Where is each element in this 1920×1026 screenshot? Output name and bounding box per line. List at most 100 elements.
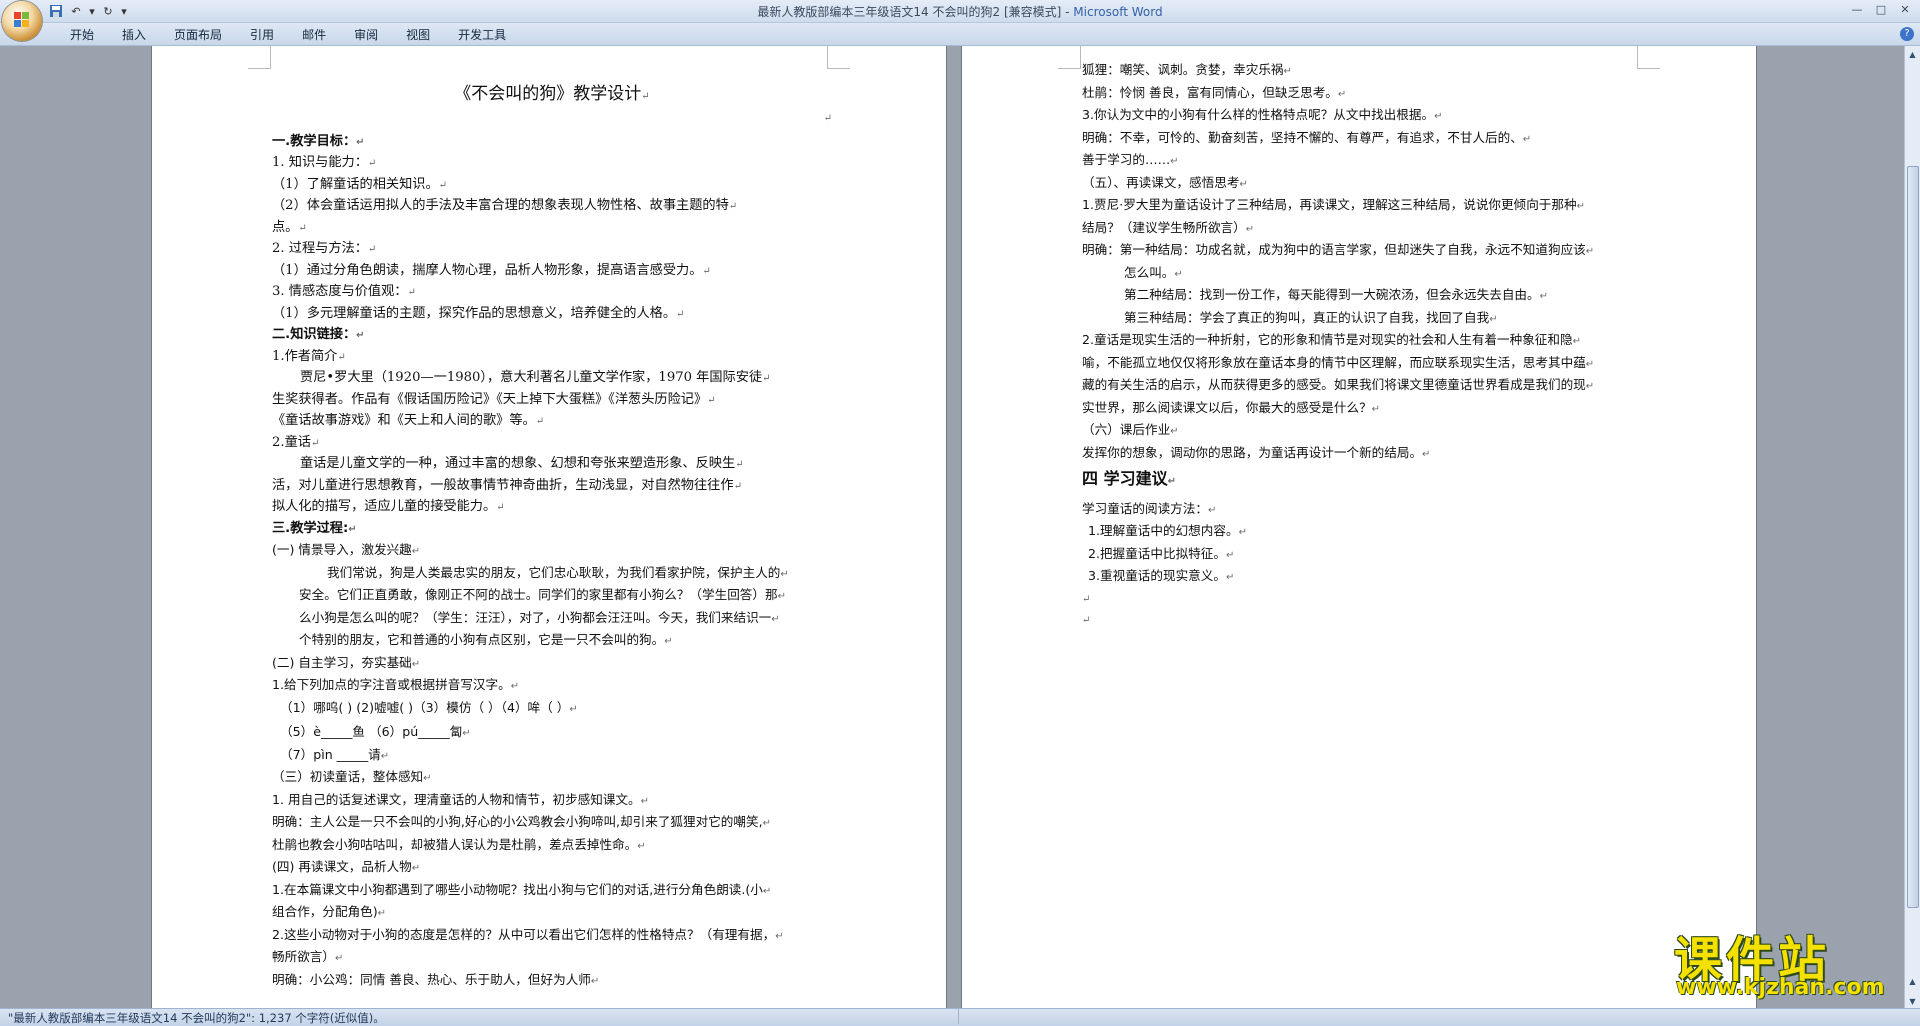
paragraph-mark: ↵	[823, 112, 832, 124]
paragraph-mark: ↵	[728, 201, 738, 212]
text-line: 生奖获得者。作品有《假话国历险记》《天上掉下大蛋糕》《洋葱头历险记》↵	[272, 391, 716, 407]
list-item: 3.重视童话的现实意义。↵	[1088, 568, 1235, 583]
paragraph-mark: ↵	[1585, 381, 1595, 392]
paragraph-mark: ↵	[510, 681, 520, 692]
text-line: 结局？（建议学生畅所欲言）↵	[1082, 219, 1255, 235]
maximize-icon[interactable]: □	[1872, 2, 1890, 17]
text-line: （1）了解童话的相关知识。↵	[272, 176, 448, 192]
text-line: (二) 自主学习，夯实基础↵	[272, 654, 421, 670]
office-logo-icon	[14, 12, 30, 28]
paragraph-mark: ↵	[1283, 66, 1292, 77]
previous-page-icon[interactable]: ▲	[1906, 975, 1919, 988]
text-line: 1.给下列加点的字注音或根据拼音写汉字。↵	[272, 677, 520, 692]
document-page-right[interactable]: 狐狸：嘲笑、讽刺。贪婪，幸灾乐祸↵ 杜鹃：怜悯 善良，富有同情心，但缺乏思考。↵…	[962, 46, 1756, 1010]
close-icon[interactable]: ✕	[1896, 2, 1914, 17]
tab-home[interactable]: 开始	[56, 27, 108, 43]
tab-page-layout[interactable]: 页面布局	[160, 27, 236, 43]
paragraph-mark: ↵	[1167, 476, 1176, 487]
paragraph-mark: ↵	[1422, 448, 1431, 460]
paragraph-mark: ↵	[569, 703, 578, 715]
paragraph-mark: ↵	[1207, 504, 1217, 516]
text-line: 明确：不幸，可怜的、勤奋刻苦，坚持不懈的、有尊严，有追求，不甘人后的、↵	[1082, 129, 1532, 145]
paragraph-mark: ↵	[1239, 178, 1248, 190]
section-heading: 四 学习建议↵	[1082, 469, 1176, 488]
paragraph-mark: ↵	[775, 930, 784, 942]
paragraph-mark: ↵	[411, 658, 421, 670]
paragraph-mark: ↵	[535, 416, 545, 427]
tab-mailings[interactable]: 邮件	[288, 27, 340, 43]
text-line: （五）、再读课文，感悟思考↵	[1082, 174, 1248, 190]
text-line: （三）初读童话，整体感知↵	[272, 769, 432, 784]
text-line: (一) 情景导入，激发兴趣↵	[272, 542, 421, 557]
help-icon[interactable]: ?	[1900, 27, 1914, 41]
text-line: 2.这些小动物对于小狗的态度是怎样的？从中可以看出它们怎样的性格特点？（有理有据…	[272, 926, 784, 942]
paragraph-mark: ↵	[637, 840, 646, 852]
paragraph-mark: ↵	[367, 244, 377, 255]
text-line: （2）体会童话运用拟人的手法及丰富合理的想象表现人物性格、故事主题的特↵	[272, 198, 738, 213]
paragraph-mark: ↵	[1585, 358, 1595, 370]
window-controls: — □ ✕	[1848, 2, 1914, 17]
vertical-scrollbar[interactable]: ▲ ▲ ▼	[1904, 46, 1920, 1010]
text-line: 点。↵	[272, 219, 307, 235]
text-line: 善于学习的……↵	[1082, 152, 1179, 167]
next-page-icon[interactable]: ▼	[1906, 995, 1919, 1008]
text-line: 我们常说，狗是人类最忠实的朋友，它们忠心耿耿，为我们看家护院，保护主人的↵	[327, 564, 789, 580]
status-text: "最新人教版部编本三年级语文14 不会叫的狗2": 1,237 个字符(近似值)…	[8, 1011, 385, 1025]
tab-insert[interactable]: 插入	[108, 27, 160, 43]
page-title: 《不会叫的狗》教学设计↵	[454, 84, 650, 104]
paragraph-mark: ↵	[462, 728, 471, 739]
window-title: 最新人教版部编本三年级语文14 不会叫的狗2 [兼容模式] - Microsof…	[0, 3, 1920, 20]
paragraph-mark: ↵	[735, 459, 744, 470]
scroll-up-icon[interactable]: ▲	[1906, 48, 1919, 61]
text-line: 第二种结局：找到一份工作，每天能得到一大碗浓汤，但会永远失去自由。↵	[1124, 287, 1548, 302]
paragraph-mark: ↵	[780, 568, 789, 580]
section-heading: 二.知识链接：↵	[272, 327, 365, 342]
paragraph-mark: ↵	[1539, 291, 1548, 302]
text-line: （5）è_____鱼 （6）pú_____匐↵	[280, 724, 471, 739]
text-line: (四) 再读课文，品析人物↵	[272, 859, 421, 874]
minimize-icon[interactable]: —	[1848, 2, 1866, 17]
text-line: 藏的有关生活的启示，从而获得更多的感受。如果我们将课文里德童话世界看成是我们的现…	[1082, 377, 1595, 392]
paragraph-mark: ↵	[1245, 223, 1255, 235]
paragraph-mark: ↵	[496, 502, 505, 513]
paragraph-mark: ↵	[367, 158, 377, 169]
office-button[interactable]	[2, 1, 42, 41]
paragraph-mark: ↵	[1572, 336, 1581, 347]
tab-view[interactable]: 视图	[392, 27, 444, 43]
text-line: （1）通过分角色朗读，揣摩人物心理，品析人物形象，提高语言感受力。↵	[272, 262, 711, 278]
document-title: 最新人教版部编本三年级语文14 不会叫的狗2 [兼容模式]	[757, 5, 1062, 19]
paragraph-mark: ↵	[1585, 246, 1595, 257]
text-line: 怎么叫。↵	[1124, 264, 1183, 280]
paragraph-mark: ↵	[411, 863, 421, 874]
text-line: 杜鹃：怜悯 善良，富有同情心，但缺乏思考。↵	[1082, 84, 1347, 100]
text-line: 发挥你的想象，调动你的思路，为童话再设计一个新的结局。↵	[1082, 444, 1431, 460]
tab-references[interactable]: 引用	[236, 27, 288, 43]
text-line: 活，对儿童进行思想教育，一般故事情节神奇曲折，生动浅显，对自然物往往作↵	[272, 477, 742, 493]
paragraph-mark: ↵	[438, 179, 448, 191]
text-line: 狐狸：嘲笑、讽刺。贪婪，幸灾乐祸↵	[1082, 62, 1292, 77]
document-workspace: 《不会叫的狗》教学设计↵ ↵ 一.教学目标：↵ 1. 知识与能力：↵ （1）了解…	[0, 46, 1905, 1010]
paragraph-mark: ↵	[1371, 403, 1381, 415]
tab-developer[interactable]: 开发工具	[444, 27, 520, 43]
text-line: 1.贾尼·罗大里为童话设计了三种结局，再读课文，理解这三种结局，说说你更倾向于那…	[1082, 197, 1585, 212]
scrollbar-thumb[interactable]	[1907, 166, 1919, 908]
text-line: 1. 知识与能力：↵	[272, 155, 377, 170]
text-line: 3.你认为文中的小狗有什么样的性格特点呢？从文中找出根据。↵	[1082, 107, 1443, 122]
list-item: 1.理解童话中的幻想内容。↵	[1088, 523, 1247, 538]
paragraph-mark: ↵	[762, 818, 771, 829]
text-line: 童话是儿童文学的一种，通过丰富的想象、幻想和夸张来塑造形象、反映生↵	[300, 456, 744, 471]
text-line: 2.童话↵	[272, 434, 320, 450]
app-name: Microsoft Word	[1073, 5, 1163, 19]
paragraph-mark: ↵	[707, 394, 716, 406]
text-line: 1.在本篇课文中小狗都遇到了哪些小动物呢？找出小狗与它们的对话,进行分角色朗读.…	[272, 881, 772, 897]
list-item: 2.把握童话中比拟特征。↵	[1088, 545, 1235, 561]
section-heading: 一.教学目标：↵	[272, 133, 365, 149]
paragraph-mark: ↵	[298, 222, 307, 234]
crop-mark	[248, 46, 271, 69]
right-page-text: 狐狸：嘲笑、讽刺。贪婪，幸灾乐祸↵ 杜鹃：怜悯 善良，富有同情心，但缺乏思考。↵…	[1082, 60, 1662, 632]
paragraph-mark: ↵	[1434, 111, 1443, 122]
paragraph-mark: ↵	[356, 136, 365, 148]
watermark-logo: 课件站 www.kjzhan.com	[1660, 920, 1900, 1000]
tab-review[interactable]: 审阅	[340, 27, 392, 43]
document-page-left[interactable]: 《不会叫的狗》教学设计↵ ↵ 一.教学目标：↵ 1. 知识与能力：↵ （1）了解…	[152, 46, 946, 1010]
